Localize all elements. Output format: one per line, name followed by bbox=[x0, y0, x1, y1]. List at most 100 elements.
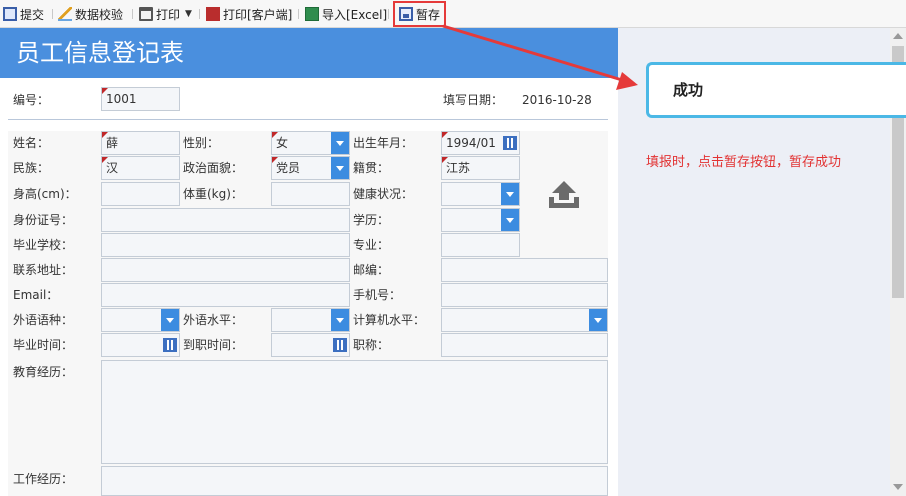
school-label: 毕业学校： bbox=[13, 238, 74, 252]
lang-select[interactable] bbox=[101, 308, 180, 332]
chevron-down-icon: ▼ bbox=[185, 9, 192, 19]
phone-field[interactable] bbox=[441, 283, 608, 307]
birth-field[interactable]: 1994/01 bbox=[441, 131, 520, 155]
submit-label: 提交 bbox=[20, 7, 45, 22]
calendar-icon[interactable] bbox=[332, 336, 348, 354]
chevron-down-icon[interactable] bbox=[501, 183, 519, 205]
chevron-down-icon[interactable] bbox=[161, 309, 179, 331]
ethnic-label: 民族： bbox=[13, 161, 50, 175]
gender-label: 性别： bbox=[183, 136, 220, 150]
submit-button[interactable]: 提交 bbox=[3, 4, 44, 24]
pdf-icon bbox=[206, 7, 220, 21]
number-value: 1001 bbox=[106, 92, 137, 106]
calendar-icon[interactable] bbox=[162, 336, 178, 354]
major-label: 专业： bbox=[353, 238, 390, 252]
weight-label: 体重(kg)： bbox=[183, 187, 243, 201]
verify-icon bbox=[58, 7, 72, 21]
ethnic-value: 汉 bbox=[106, 161, 119, 175]
name-value: 薛 bbox=[106, 136, 119, 150]
id-field[interactable] bbox=[101, 208, 350, 232]
save-draft-button[interactable]: 暂存 bbox=[393, 1, 447, 27]
grad-time-label: 毕业时间： bbox=[13, 338, 74, 352]
lang-level-select[interactable] bbox=[271, 308, 350, 332]
scroll-up-icon[interactable] bbox=[893, 33, 903, 39]
title-field[interactable] bbox=[441, 333, 608, 357]
politics-select[interactable]: 党员 bbox=[271, 156, 350, 180]
native-label: 籍贯： bbox=[353, 161, 390, 175]
import-excel-button[interactable]: 导入[Excel] bbox=[305, 4, 387, 24]
toolbar-separator bbox=[132, 9, 133, 19]
address-label: 联系地址： bbox=[13, 263, 74, 277]
chevron-down-icon[interactable] bbox=[331, 157, 349, 179]
work-history-textarea[interactable] bbox=[101, 466, 608, 496]
success-toast: 成功 bbox=[646, 62, 906, 118]
toast-message: 成功 bbox=[673, 81, 704, 99]
lang-label: 外语语种： bbox=[13, 313, 74, 327]
height-label: 身高(cm)： bbox=[13, 187, 77, 201]
chevron-down-icon[interactable] bbox=[501, 209, 519, 231]
address-field[interactable] bbox=[101, 258, 350, 282]
gender-select[interactable]: 女 bbox=[271, 131, 350, 155]
chevron-down-icon[interactable] bbox=[331, 309, 349, 331]
print-icon bbox=[139, 7, 153, 21]
major-field[interactable] bbox=[441, 233, 520, 257]
toolbar-separator bbox=[388, 9, 389, 19]
print-client-button[interactable]: 打印[客户端] bbox=[206, 4, 292, 24]
calendar-icon[interactable] bbox=[502, 134, 518, 152]
computer-select[interactable] bbox=[441, 308, 608, 332]
politics-label: 政治面貌： bbox=[183, 161, 244, 175]
print-button[interactable]: 打印 ▼ bbox=[139, 4, 192, 24]
phone-label: 手机号： bbox=[353, 288, 402, 302]
edu-select[interactable] bbox=[441, 208, 520, 232]
chevron-down-icon[interactable] bbox=[331, 132, 349, 154]
date-value: 2016-10-28 bbox=[522, 93, 592, 107]
save-draft-label: 暂存 bbox=[416, 7, 441, 22]
health-select[interactable] bbox=[441, 182, 520, 206]
draft-save-icon bbox=[399, 7, 413, 21]
native-field[interactable]: 江苏 bbox=[441, 156, 520, 180]
edu-history-textarea[interactable] bbox=[101, 360, 608, 464]
number-label: 编号： bbox=[13, 93, 50, 107]
save-icon bbox=[3, 7, 17, 21]
annotation-note: 填报时，点击暂存按钮，暂存成功 bbox=[646, 155, 842, 170]
name-label: 姓名： bbox=[13, 136, 50, 150]
print-client-label: 打印[客户端] bbox=[223, 7, 293, 22]
scroll-down-icon[interactable] bbox=[893, 484, 903, 490]
health-label: 健康状况： bbox=[353, 187, 414, 201]
excel-icon bbox=[305, 7, 319, 21]
edu-label: 学历： bbox=[353, 213, 390, 227]
verify-button[interactable]: 数据校验 bbox=[58, 4, 123, 24]
grad-time-field[interactable] bbox=[101, 333, 180, 357]
print-label: 打印 bbox=[156, 7, 181, 22]
weight-field[interactable] bbox=[271, 182, 350, 206]
chevron-down-icon[interactable] bbox=[589, 309, 607, 331]
toolbar-separator bbox=[298, 9, 299, 19]
import-excel-label: 导入[Excel] bbox=[322, 7, 388, 22]
height-field[interactable] bbox=[101, 182, 180, 206]
toolbar-separator bbox=[199, 9, 200, 19]
zip-field[interactable] bbox=[441, 258, 608, 282]
edu-history-label: 教育经历： bbox=[13, 365, 74, 379]
title-label: 职称： bbox=[353, 338, 390, 352]
toolbar: 提交 数据校验 打印 ▼ 打印[客户端] 导入[Excel] 暂存 bbox=[0, 0, 906, 28]
join-time-field[interactable] bbox=[271, 333, 350, 357]
birth-label: 出生年月： bbox=[353, 136, 414, 150]
birth-value: 1994/01 bbox=[446, 136, 496, 150]
politics-value: 党员 bbox=[276, 161, 301, 175]
divider bbox=[8, 119, 608, 120]
name-field[interactable]: 薛 bbox=[101, 131, 180, 155]
school-field[interactable] bbox=[101, 233, 350, 257]
join-time-label: 到职时间： bbox=[183, 338, 244, 352]
verify-label: 数据校验 bbox=[75, 7, 124, 22]
date-label: 填写日期： bbox=[443, 93, 504, 107]
work-history-label: 工作经历： bbox=[13, 472, 74, 486]
ethnic-field[interactable]: 汉 bbox=[101, 156, 180, 180]
email-field[interactable] bbox=[101, 283, 350, 307]
toolbar-separator bbox=[52, 9, 53, 19]
id-label: 身份证号： bbox=[13, 213, 74, 227]
computer-label: 计算机水平： bbox=[353, 313, 426, 327]
zip-label: 邮编： bbox=[353, 263, 390, 277]
upload-icon[interactable] bbox=[547, 178, 581, 212]
number-field[interactable]: 1001 bbox=[101, 87, 180, 111]
form-title: 员工信息登记表 bbox=[0, 28, 618, 78]
